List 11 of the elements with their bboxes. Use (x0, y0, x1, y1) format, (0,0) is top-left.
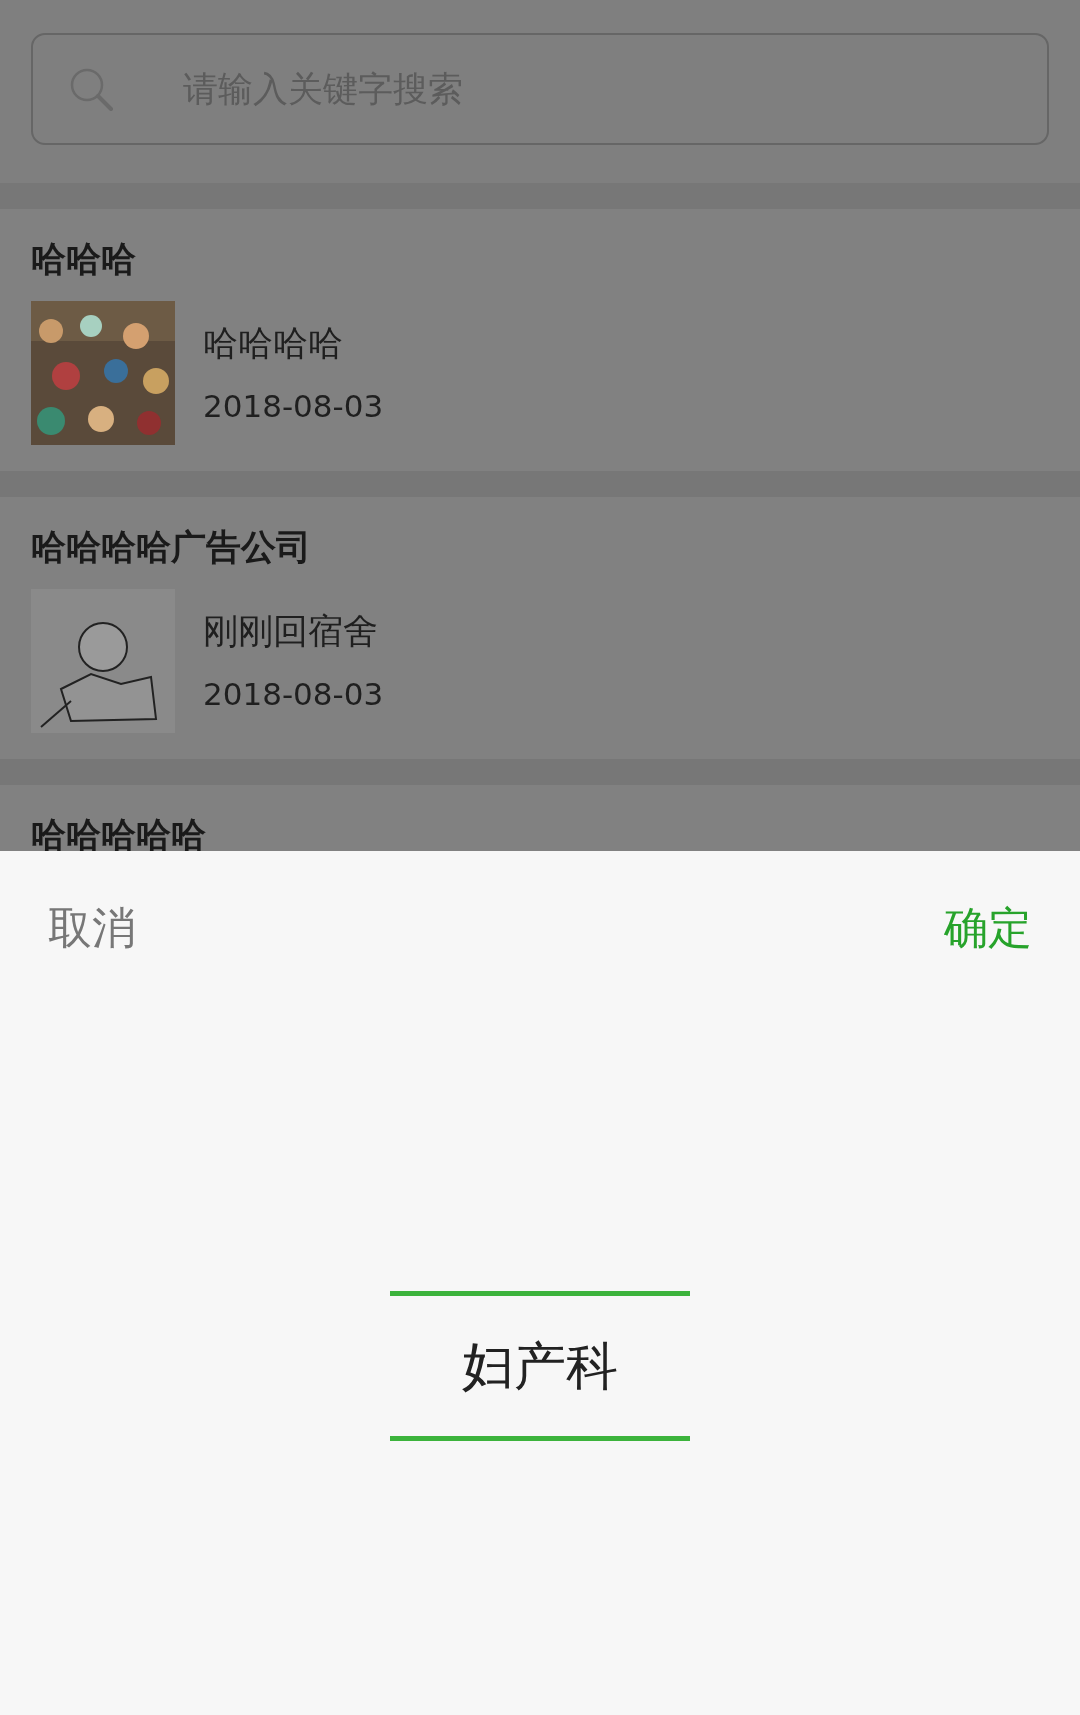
picker-option[interactable]: 妇产科 (390, 1291, 690, 1441)
confirm-button[interactable]: 确定 (944, 895, 1032, 961)
post-date: 2018-08-03 (203, 675, 384, 714)
post-title: 哈哈哈哈广告公司 (31, 526, 312, 569)
post-card[interactable]: 哈哈哈哈广告公司 刚刚回宿舍 2018-08-03 (0, 497, 1080, 759)
post-date: 2018-08-03 (203, 387, 384, 426)
post-text: 哈哈哈哈 (203, 321, 344, 365)
post-card[interactable]: 哈哈哈 哈哈哈哈 2018-08-03 (0, 209, 1080, 471)
cancel-button[interactable]: 取消 (48, 895, 136, 961)
post-text: 刚刚回宿舍 (203, 609, 379, 653)
post-title: 哈哈哈 (31, 238, 137, 281)
